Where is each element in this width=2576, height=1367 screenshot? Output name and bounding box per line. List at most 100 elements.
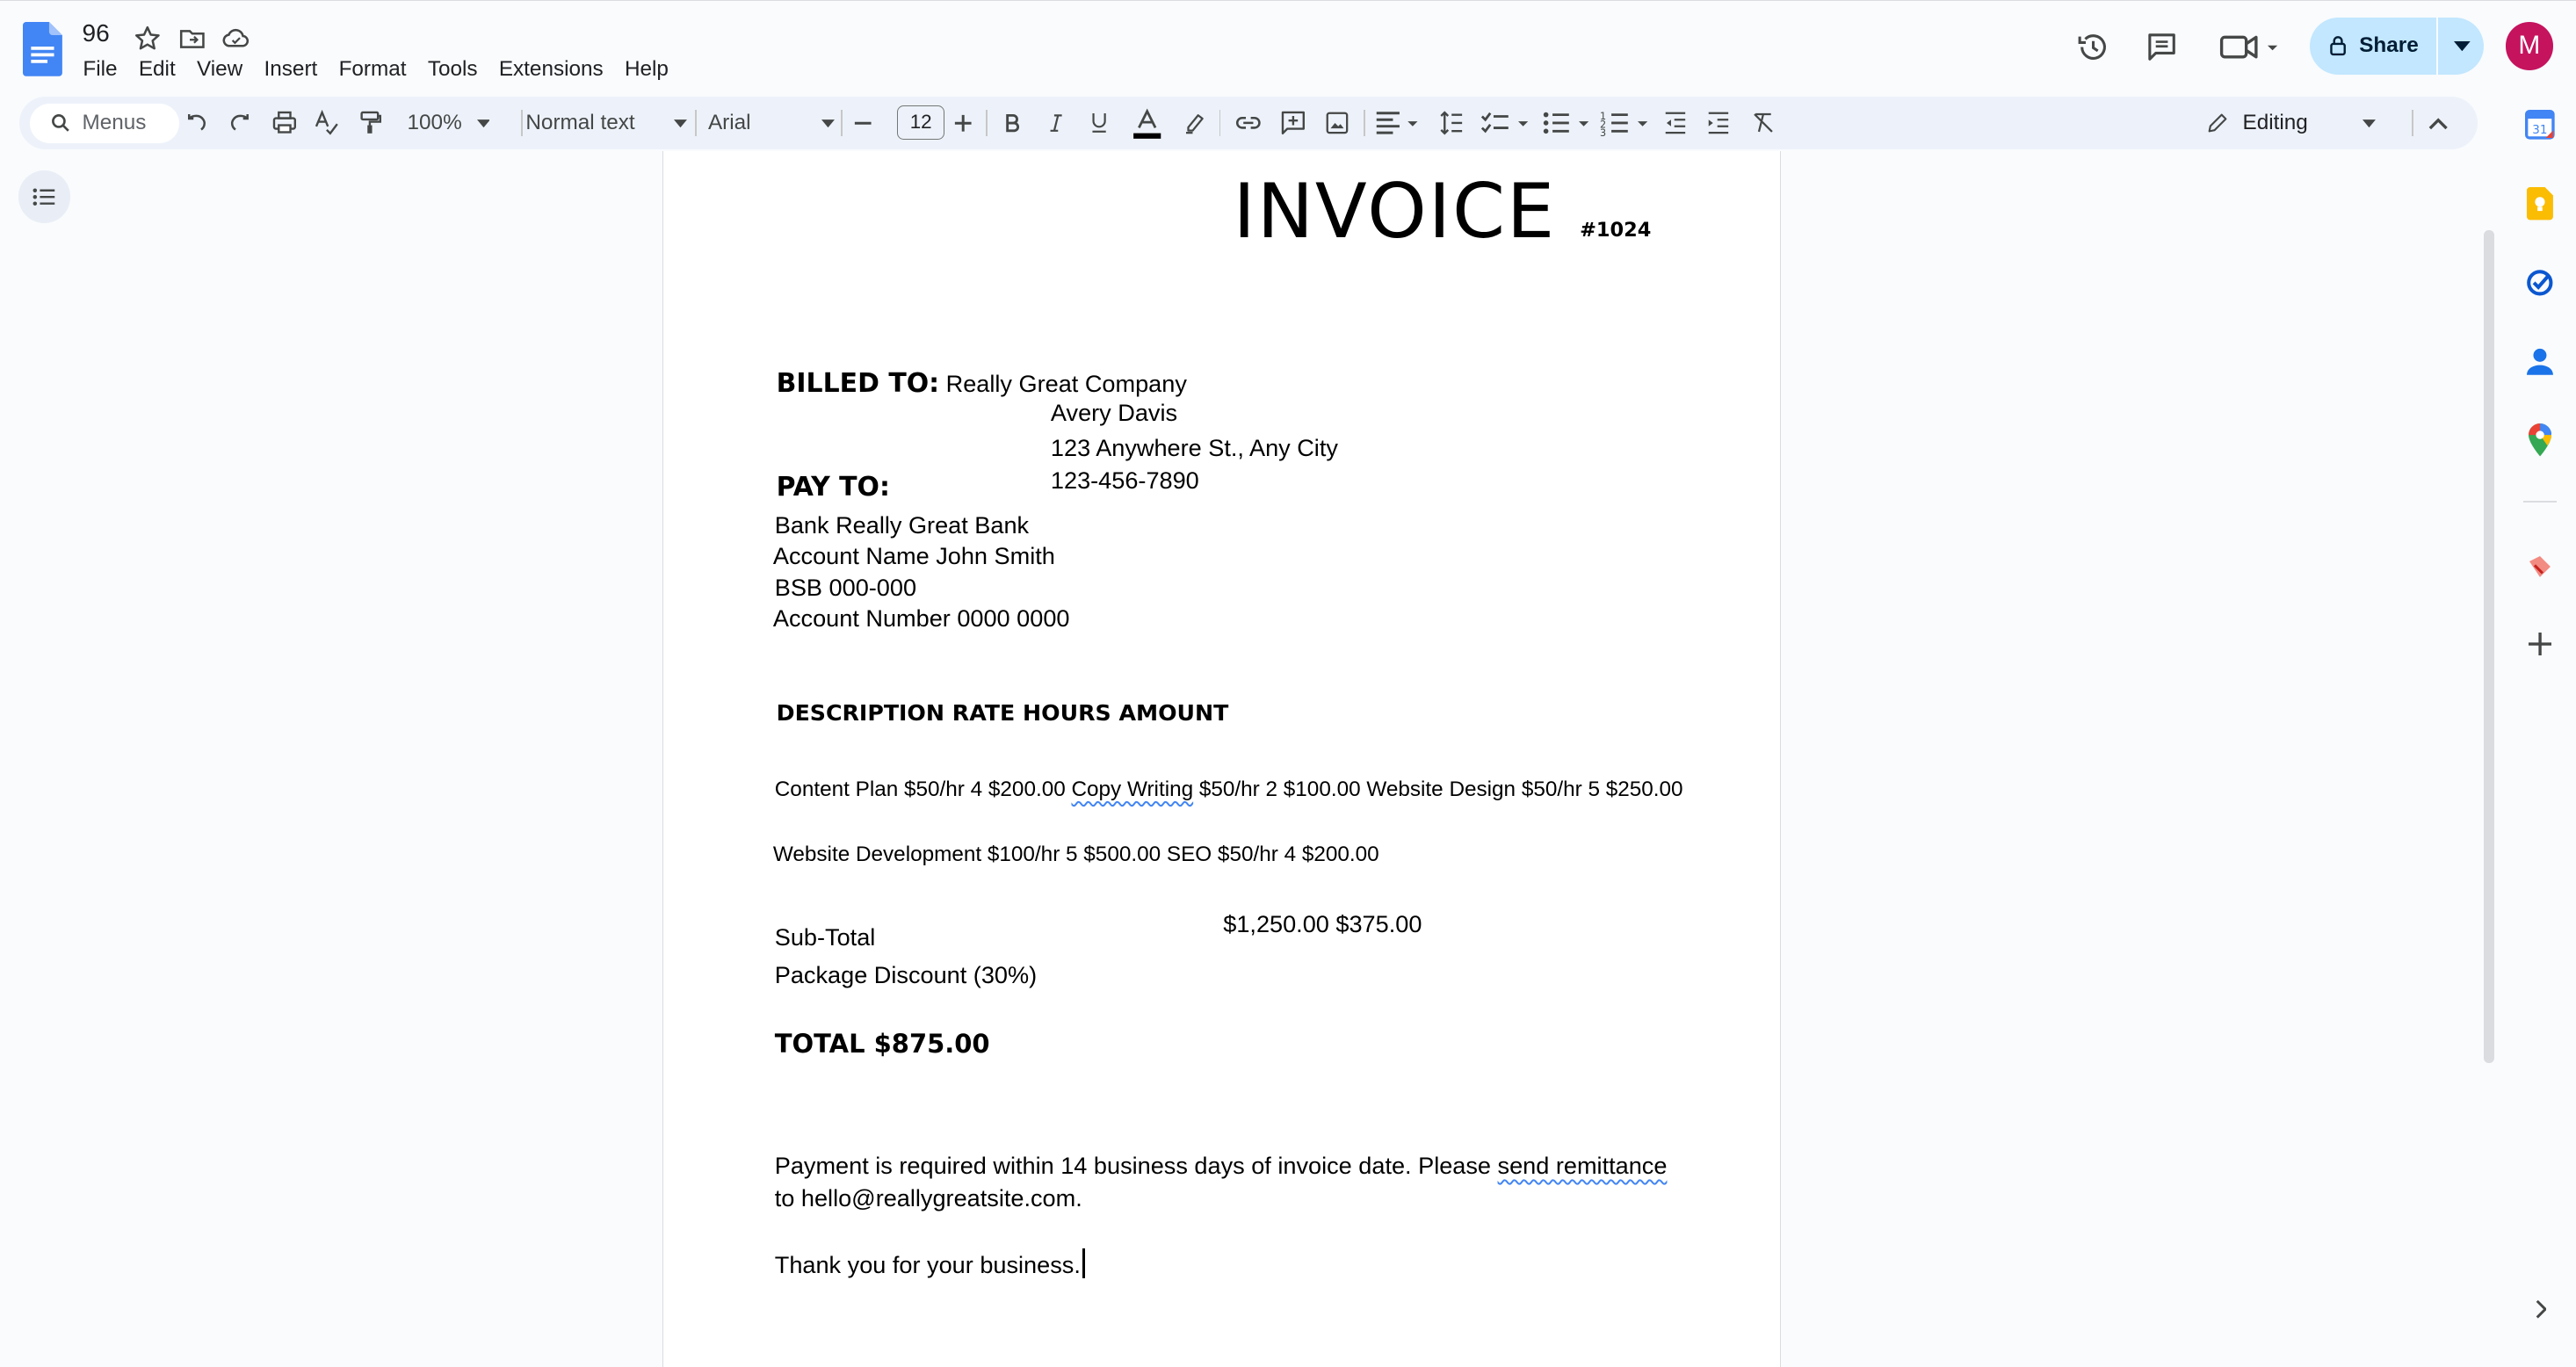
share-button-group: Share bbox=[2310, 17, 2485, 76]
version-history-icon[interactable] bbox=[2072, 25, 2115, 69]
zoom-select[interactable]: 100% bbox=[404, 107, 493, 140]
paint-format-icon[interactable] bbox=[353, 107, 386, 140]
contacts-icon[interactable] bbox=[2522, 344, 2558, 380]
items-row-1-part-b: $50/hr 2 $100.00 Website Design $50/hr 5… bbox=[1193, 777, 1683, 801]
font-size-input[interactable]: 12 bbox=[897, 105, 945, 141]
clear-formatting-icon[interactable] bbox=[1747, 107, 1779, 140]
maps-icon[interactable] bbox=[2522, 423, 2558, 459]
text-cursor bbox=[1082, 1248, 1085, 1278]
spelling-flag[interactable]: Copy Writing bbox=[1071, 778, 1193, 801]
increase-indent-icon[interactable] bbox=[1702, 107, 1734, 140]
svg-text:31: 31 bbox=[2532, 124, 2547, 137]
image-icon[interactable] bbox=[1320, 107, 1356, 140]
scrollbar-thumb[interactable] bbox=[2484, 229, 2494, 1063]
payment-text-a: Payment is required within 14 business d… bbox=[774, 1151, 1498, 1179]
share-dropdown-button[interactable] bbox=[2440, 18, 2484, 75]
meet-icon[interactable] bbox=[2217, 25, 2286, 69]
invoice-title: INVOICE bbox=[1233, 167, 1557, 256]
checklist-icon[interactable] bbox=[1480, 107, 1533, 140]
thanks-line: Thank you for your business. bbox=[775, 1248, 1085, 1279]
share-button[interactable]: Share bbox=[2310, 18, 2435, 75]
pay-line-account-number: Account Number 0000 0000 bbox=[772, 604, 1070, 633]
tasks-icon[interactable] bbox=[2522, 264, 2558, 300]
collapse-menus-icon[interactable] bbox=[2421, 107, 2454, 140]
share-divider bbox=[2436, 17, 2439, 76]
totals-values: $1,250.00 $375.00 bbox=[1223, 909, 1422, 937]
payment-line-2: to hello@reallygreatsite.com. bbox=[774, 1184, 1082, 1212]
chevron-down-icon bbox=[2453, 40, 2471, 52]
avatar[interactable]: M bbox=[2505, 22, 2553, 70]
payment-line-1: Payment is required within 14 business d… bbox=[775, 1152, 1668, 1180]
numbered-list-icon[interactable]: 123 bbox=[1600, 107, 1653, 140]
menu-format[interactable]: Format bbox=[328, 55, 416, 83]
search-menus-label: Menus bbox=[82, 111, 147, 135]
calendar-icon[interactable]: 31 bbox=[2522, 107, 2558, 143]
menu-edit[interactable]: Edit bbox=[128, 55, 186, 83]
subtotal-label: Sub-Total bbox=[774, 922, 876, 951]
document-page[interactable]: INVOICE #1024 BILLED TO: Really Great Co… bbox=[662, 151, 1782, 1367]
show-side-panel-chevron-icon[interactable] bbox=[2522, 1291, 2558, 1327]
document-outline-button[interactable] bbox=[18, 170, 71, 224]
underline-icon[interactable] bbox=[1084, 107, 1114, 140]
docs-logo-icon[interactable] bbox=[23, 22, 63, 76]
spellcheck-icon[interactable] bbox=[310, 107, 343, 140]
billed-address: 123 Anywhere St., Any City bbox=[1050, 433, 1338, 461]
items-row-1-part-a: Content Plan $50/hr 4 $200.00 bbox=[774, 777, 1072, 801]
text-color-icon[interactable] bbox=[1129, 107, 1165, 140]
print-icon[interactable] bbox=[268, 107, 300, 140]
pay-line-account-name: Account Name John Smith bbox=[772, 542, 1055, 570]
toolbar-divider bbox=[695, 110, 697, 137]
search-menus-input[interactable]: Menus bbox=[29, 103, 179, 143]
toolbar-divider bbox=[985, 110, 988, 137]
spelling-flag[interactable]: send remittance bbox=[1498, 1152, 1668, 1179]
paragraph-style-select[interactable]: Normal text bbox=[525, 107, 690, 140]
align-icon[interactable] bbox=[1373, 107, 1422, 140]
paragraph-style-value: Normal text bbox=[525, 111, 635, 135]
billed-to-line: BILLED TO: Really Great Company bbox=[777, 368, 1187, 399]
addon-icon[interactable] bbox=[2522, 549, 2558, 585]
pencil-icon bbox=[2205, 111, 2230, 135]
keep-icon[interactable] bbox=[2522, 185, 2558, 221]
redo-icon[interactable] bbox=[223, 107, 256, 140]
toolbar-divider bbox=[1364, 110, 1365, 137]
get-addons-plus-icon[interactable] bbox=[2522, 626, 2558, 662]
move-to-folder-icon[interactable] bbox=[177, 24, 207, 54]
font-select[interactable]: Arial bbox=[708, 107, 840, 140]
decrease-indent-icon[interactable] bbox=[1660, 107, 1692, 140]
menu-tools[interactable]: Tools bbox=[417, 55, 488, 83]
total-line: TOTAL $875.00 bbox=[774, 1028, 990, 1059]
undo-icon[interactable] bbox=[181, 107, 213, 140]
cloud-saved-icon[interactable] bbox=[221, 24, 251, 54]
line-spacing-icon[interactable] bbox=[1435, 107, 1467, 140]
star-icon[interactable] bbox=[133, 24, 163, 54]
link-icon[interactable] bbox=[1231, 107, 1267, 140]
bold-icon[interactable] bbox=[997, 107, 1027, 140]
bulleted-list-icon[interactable] bbox=[1541, 107, 1594, 140]
billed-company: Really Great Company bbox=[945, 369, 1187, 397]
pay-line-bsb: BSB 000-000 bbox=[774, 573, 917, 601]
pay-line-bank: Bank Really Great Bank bbox=[774, 510, 1030, 539]
comment-icon[interactable] bbox=[1275, 107, 1311, 140]
highlight-icon[interactable] bbox=[1178, 107, 1211, 140]
menu-extensions[interactable]: Extensions bbox=[488, 55, 614, 83]
menu-insert[interactable]: Insert bbox=[253, 55, 328, 83]
toolbar-divider bbox=[841, 110, 843, 137]
editing-mode-value: Editing bbox=[2242, 111, 2308, 135]
menu-bar: File Edit View Insert Format Tools Exten… bbox=[72, 55, 679, 83]
comments-icon[interactable] bbox=[2141, 25, 2184, 69]
editing-mode-select[interactable]: Editing bbox=[2205, 107, 2389, 140]
chevron-down-icon bbox=[821, 119, 835, 127]
chevron-down-icon bbox=[2363, 119, 2376, 127]
side-panel-divider bbox=[2523, 501, 2557, 503]
decrease-font-size-icon[interactable] bbox=[848, 107, 878, 140]
increase-font-size-icon[interactable] bbox=[948, 107, 978, 140]
italic-icon[interactable] bbox=[1042, 107, 1072, 140]
document-title[interactable]: 96 bbox=[83, 19, 110, 47]
discount-label: Package Discount (30%) bbox=[774, 960, 1038, 988]
items-row-1: Content Plan $50/hr 4 $200.00 Copy Writi… bbox=[775, 778, 1683, 802]
font-value: Arial bbox=[707, 111, 751, 135]
menu-file[interactable]: File bbox=[72, 55, 127, 83]
formatting-toolbar: Menus 100% Normal text Arial 12 1 2 3 Ed… bbox=[19, 97, 2478, 150]
menu-view[interactable]: View bbox=[186, 55, 254, 83]
menu-help[interactable]: Help bbox=[614, 55, 679, 83]
